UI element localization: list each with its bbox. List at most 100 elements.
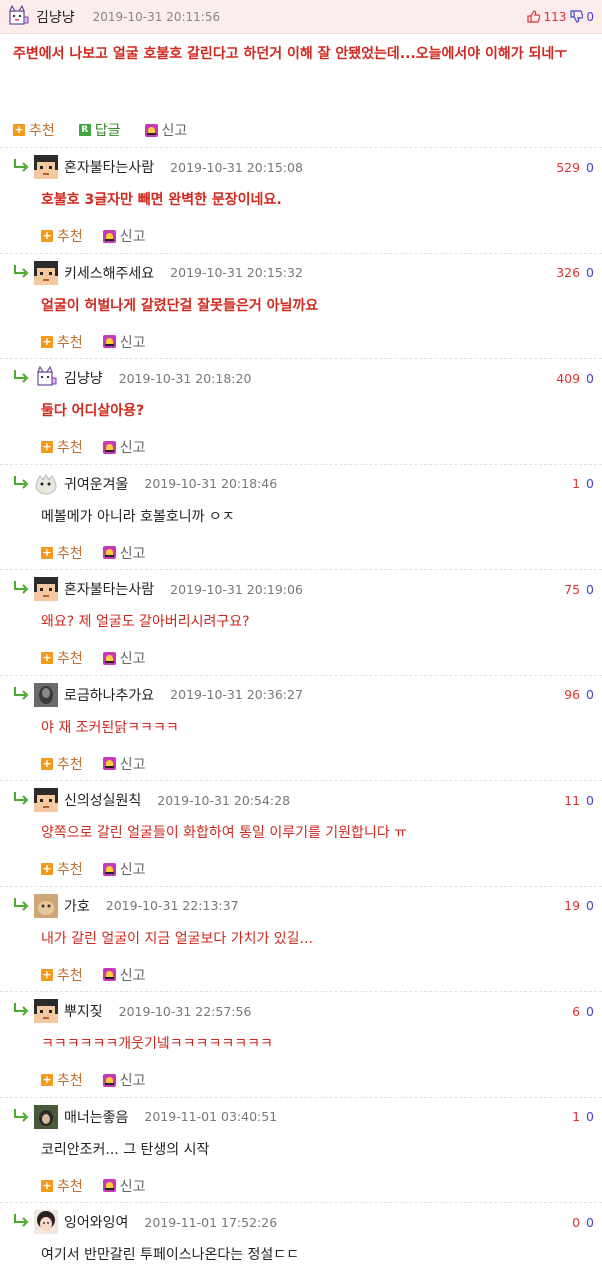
reply-item: 혼자불타는사람 2019-10-31 20:15:08 529 0 호불호 3글자만 빼… [0,147,602,253]
reply-item: 뿌지짖 2019-10-31 22:57:56 6 0 ㅋㅋㅋㅋㅋㅋ개웃기넼ㅋㅋㅋㅋㅋㅋ… [0,991,602,1097]
report-button[interactable]: 신고 [102,437,146,457]
reply-nickname[interactable]: 로금하나추가요 [64,685,154,705]
reply-body: 양쪽으로 갈린 얼굴들이 화합하여 통일 이루기를 기원합니다 ㅠ [41,825,408,841]
thumbs-up-icon[interactable] [527,10,541,23]
avatar [34,999,58,1023]
reply-nickname[interactable]: 혼자불타는사람 [64,157,154,177]
report-button[interactable]: 신고 [102,965,146,985]
main-comment-header: 김냥냥 2019-10-31 20:11:56 113 0 [0,0,602,34]
reply-nickname[interactable]: 키세스해주세요 [64,263,154,283]
reply-arrow-icon [12,897,34,915]
reply-upvote-count[interactable]: 1 [572,1109,580,1124]
reply-body: 얼굴이 허벌나게 갈렸단걸 잘못들은거 아닐까요 [41,297,319,314]
recommend-button[interactable]: + 추천 [41,648,83,668]
reply-item: 혼자불타는사람 2019-10-31 20:19:06 75 0 왜요? 제 얼굴도 갈… [0,569,602,675]
report-label: 신고 [119,651,146,667]
reply-button[interactable]: R 답글 [78,120,121,140]
report-button[interactable]: 신고 [102,648,146,668]
report-button[interactable]: 신고 [102,1070,146,1090]
reply-downvote-count[interactable]: 0 [586,371,594,386]
siren-icon [102,546,116,559]
reply-nickname[interactable]: 가호 [64,896,90,916]
recommend-button[interactable]: + 추천 [41,1176,83,1196]
report-label: 신고 [119,862,146,878]
reply-item: 가호 2019-10-31 22:13:37 19 0 내가 갈린 얼굴이 지금 얼굴보… [0,885,602,992]
reply-downvote-count[interactable]: 0 [586,1215,594,1230]
siren-icon [102,757,116,770]
recommend-label: 추천 [57,545,83,562]
reply-header: 신의성실원칙 2019-10-31 20:54:28 11 0 [0,783,602,817]
reply-item: 잉어와잉여 2019-11-01 17:52:26 0 0 여기서 반만갈린 투페이스나… [0,1202,602,1279]
reply-downvote-count[interactable]: 0 [586,1004,594,1019]
recommend-button[interactable]: + 추천 [41,754,83,774]
siren-icon [102,968,116,981]
recommend-label: 추천 [57,334,83,351]
reply-body: 호불호 3글자만 빼면 완벽한 문장이네요. [41,192,282,208]
recommend-button[interactable]: + 추천 [41,1070,83,1090]
report-label: 신고 [119,1073,146,1089]
reply-upvote-count[interactable]: 1 [572,476,580,491]
reply-nickname[interactable]: 잉어와잉여 [64,1212,128,1232]
reply-item: 귀여운겨울 2019-10-31 20:18:46 1 0 메볼메가 아니라 호볼호니까… [0,463,602,570]
main-nickname[interactable]: 김냥냥 [36,7,75,27]
reply-actions: + 추천 신고 [0,433,602,461]
reply-datetime: 2019-10-31 20:36:27 [170,687,303,702]
report-button[interactable]: 신고 [102,226,146,246]
reply-upvote-count[interactable]: 529 [556,160,580,175]
report-button[interactable]: 신고 [102,1176,146,1196]
report-button[interactable]: 신고 [144,120,187,140]
avatar [34,472,58,496]
reply-nickname[interactable]: 매너는좋음 [64,1107,128,1127]
reply-nickname[interactable]: 혼자불타는사람 [64,579,154,599]
recommend-label: 추천 [57,1178,83,1195]
reply-nickname[interactable]: 귀여운겨울 [64,474,128,494]
reply-datetime: 2019-11-01 03:40:51 [144,1109,278,1124]
reply-downvote-count[interactable]: 0 [586,160,594,175]
reply-item: 김냥냥 2019-10-31 20:18:20 409 0 둘다 어디살아용? + 추천 신고 [0,358,602,464]
reply-header: 김냥냥 2019-10-31 20:18:20 409 0 [0,361,602,395]
reply-downvote-count[interactable]: 0 [586,476,594,491]
report-button[interactable]: 신고 [102,543,146,563]
reply-upvote-count[interactable]: 326 [556,265,580,280]
reply-actions: + 추천 신고 [0,750,602,778]
reply-list: 혼자불타는사람 2019-10-31 20:15:08 529 0 호불호 3글자만 빼… [0,147,602,1279]
reply-nickname[interactable]: 뿌지짖 [64,1001,103,1021]
plus-icon: + [41,651,53,664]
reply-actions: + 추천 신고 [0,222,602,250]
recommend-button[interactable]: + 추천 [41,332,83,352]
reply-nickname[interactable]: 김냥냥 [64,368,103,388]
thumbs-down-icon[interactable] [570,10,584,23]
recommend-button[interactable]: + 추천 [41,226,83,246]
reply-arrow-icon [12,791,34,809]
reply-downvote-count[interactable]: 0 [586,793,594,808]
recommend-button[interactable]: + 추천 [41,543,83,563]
recommend-button[interactable]: + 추천 [41,965,83,985]
reply-downvote-count[interactable]: 0 [586,687,594,702]
reply-r-icon: R [78,124,91,136]
comment-thread: 김냥냥 2019-10-31 20:11:56 113 0 주변에서 나보고 얼… [0,0,602,1279]
recommend-button[interactable]: + 추천 [41,437,83,457]
reply-body: 코리안조커... 그 탄생의 시작 [41,1141,210,1158]
reply-upvote-count[interactable]: 11 [564,793,580,808]
reply-upvote-count[interactable]: 6 [572,1004,580,1019]
reply-upvote-count[interactable]: 19 [564,898,580,913]
reply-nickname[interactable]: 신의성실원칙 [64,790,141,810]
recommend-button[interactable]: + 추천 [13,120,55,140]
report-button[interactable]: 신고 [102,332,146,352]
reply-downvote-count[interactable]: 0 [586,265,594,280]
reply-downvote-count[interactable]: 0 [586,898,594,913]
reply-datetime: 2019-10-31 20:15:08 [170,159,303,175]
reply-upvote-count[interactable]: 409 [556,371,580,386]
report-button[interactable]: 신고 [102,754,146,774]
recommend-button[interactable]: + 추천 [41,859,83,879]
plus-icon: + [41,1073,53,1086]
reply-datetime: 2019-10-31 20:54:28 [157,792,291,808]
reply-upvote-count[interactable]: 96 [564,687,580,702]
reply-downvote-count[interactable]: 0 [586,582,594,597]
report-button[interactable]: 신고 [102,859,146,879]
siren-icon [102,440,116,454]
reply-upvote-count[interactable]: 75 [564,582,580,597]
reply-actions: + 추천 신고 [0,644,602,672]
reply-upvote-count[interactable]: 0 [572,1215,580,1230]
reply-downvote-count[interactable]: 0 [586,1109,594,1124]
